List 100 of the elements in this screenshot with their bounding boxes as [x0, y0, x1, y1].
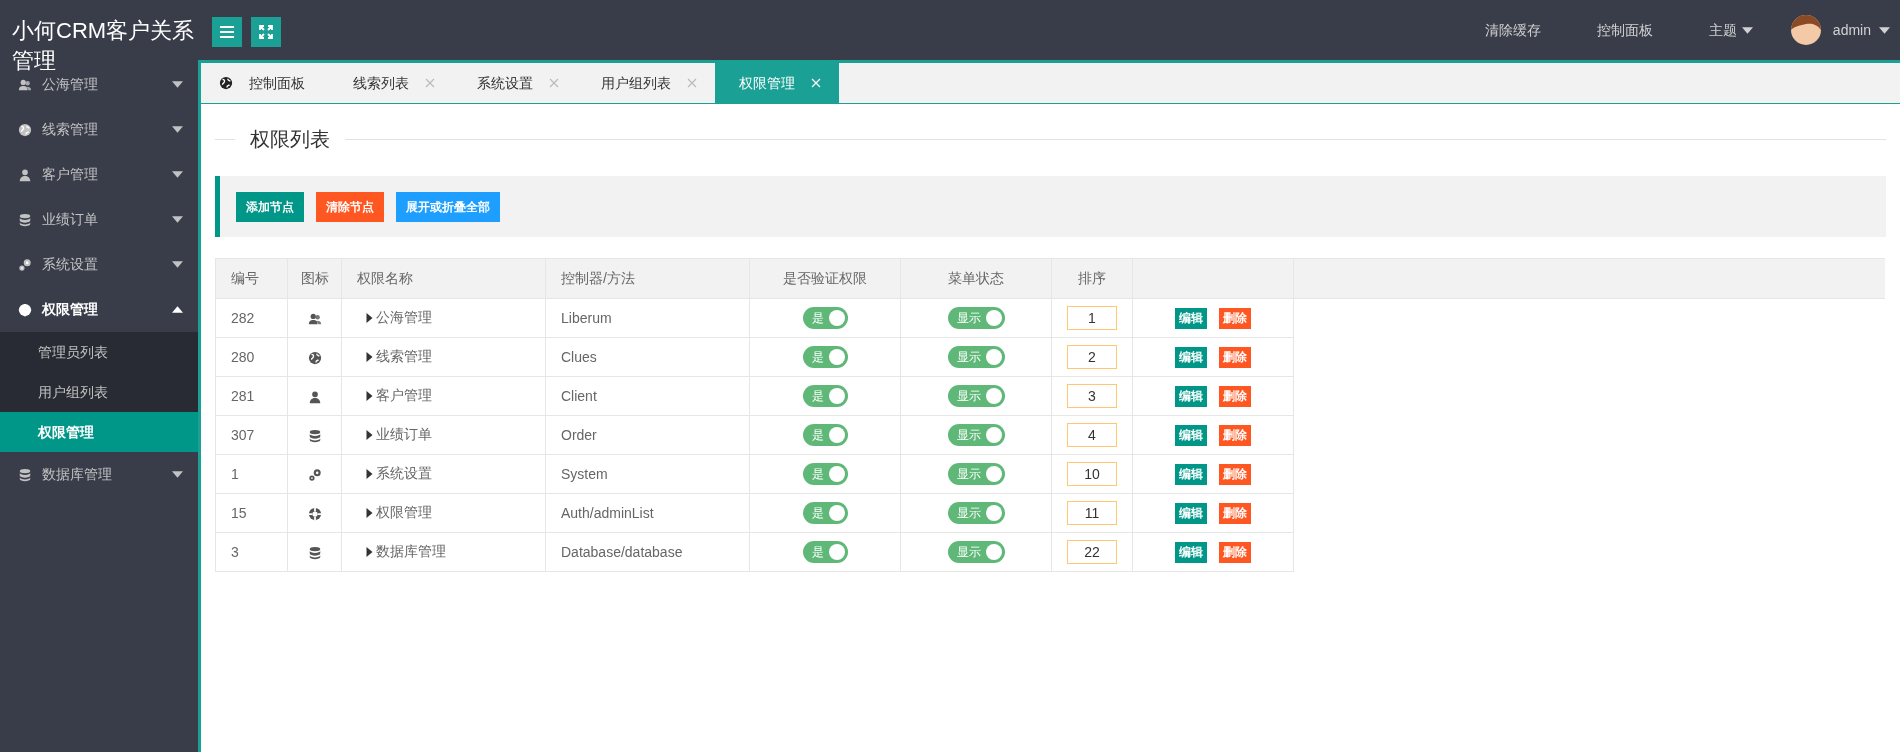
nav-link[interactable]: 清除缓存	[1456, 0, 1569, 60]
table-cell: Clues	[561, 348, 597, 365]
toggle-switch[interactable]: 显示	[947, 424, 1005, 446]
toggle-switch[interactable]: 是	[802, 463, 848, 485]
toggle-switch[interactable]: 是	[802, 424, 848, 446]
edit-button[interactable]: 编辑	[1175, 424, 1207, 446]
delete-button[interactable]: 删除	[1219, 541, 1251, 563]
sidebar-item[interactable]: 系统设置	[0, 242, 198, 287]
caret-down-icon	[172, 216, 183, 223]
menu-button[interactable]	[212, 17, 242, 47]
column-header: 控制器/方法	[561, 270, 635, 286]
toggle-switch[interactable]: 显示	[947, 541, 1005, 563]
table-cell: Database/database	[561, 543, 683, 560]
column-header: 权限名称	[357, 270, 413, 286]
table-cell-text: 线索管理	[376, 347, 432, 367]
column-header: 编号	[231, 270, 259, 286]
table-cell-text: 系统设置	[376, 464, 432, 484]
globe-icon	[219, 76, 233, 90]
delete-button[interactable]: 删除	[1219, 502, 1251, 524]
sidebar-item[interactable]: 权限管理	[0, 287, 198, 332]
table-cell: Auth/adminList	[561, 504, 654, 521]
toggle-switch[interactable]: 显示	[947, 502, 1005, 524]
user-menu[interactable]: admin	[1780, 0, 1890, 60]
caret-down-icon	[172, 261, 183, 268]
toggle-switch[interactable]: 显示	[947, 346, 1005, 368]
column-header: 图标	[300, 270, 329, 286]
tab[interactable]: 控制面板	[201, 63, 329, 103]
toolbar-button[interactable]: 展开或折叠全部	[396, 191, 500, 222]
edit-button[interactable]: 编辑	[1175, 307, 1207, 329]
sidebar-item[interactable]: 线索管理	[0, 107, 198, 152]
sort-input[interactable]: 3	[1067, 384, 1117, 408]
sort-input[interactable]: 22	[1067, 540, 1117, 564]
table-cell-text: 权限管理	[376, 503, 432, 523]
edit-button[interactable]: 编辑	[1175, 541, 1207, 563]
nav-link[interactable]: 控制面板	[1568, 0, 1681, 60]
expand-arrow-icon[interactable]	[366, 312, 373, 323]
tab[interactable]: 系统设置	[453, 63, 577, 103]
toolbar-button[interactable]: 添加节点	[236, 191, 304, 222]
toggle-switch[interactable]: 显示	[947, 385, 1005, 407]
expand-arrow-icon[interactable]	[366, 390, 373, 401]
toggle-switch[interactable]: 是	[802, 541, 848, 563]
delete-button[interactable]: 删除	[1219, 424, 1251, 446]
sort-input[interactable]: 10	[1067, 462, 1117, 486]
fullscreen-icon	[259, 25, 273, 39]
theme-menu[interactable]: 主题	[1680, 0, 1781, 60]
expand-arrow-icon[interactable]	[366, 468, 373, 479]
sidebar-item[interactable]: 客户管理	[0, 152, 198, 197]
table-cell-text: 公海管理	[376, 308, 432, 328]
sort-input[interactable]: 11	[1067, 501, 1117, 525]
sort-input[interactable]: 2	[1067, 345, 1117, 369]
edit-button[interactable]: 编辑	[1175, 463, 1207, 485]
toggle-switch[interactable]: 显示	[947, 463, 1005, 485]
delete-button[interactable]: 删除	[1219, 346, 1251, 368]
table-cell-text: 客户管理	[376, 386, 432, 406]
gears-icon	[18, 257, 32, 272]
tab[interactable]: 用户组列表	[577, 63, 715, 103]
edit-button[interactable]: 编辑	[1175, 502, 1207, 524]
sidebar-item[interactable]: 数据库管理	[0, 452, 198, 497]
delete-button[interactable]: 删除	[1219, 385, 1251, 407]
expand-arrow-icon[interactable]	[366, 351, 373, 362]
sidebar-subitem[interactable]: 权限管理	[0, 412, 198, 452]
table-cell: System	[561, 465, 608, 482]
caret-down-icon	[172, 171, 183, 178]
sidebar-item[interactable]: 业绩订单	[0, 197, 198, 242]
sidebar-subitem[interactable]: 管理员列表	[0, 332, 198, 372]
edit-button[interactable]: 编辑	[1175, 385, 1207, 407]
app-logo-title: 小何CRM客户关系管理	[12, 17, 196, 75]
table-cell: Client	[561, 387, 597, 404]
globe-icon	[307, 350, 322, 365]
toggle-switch[interactable]: 显示	[947, 307, 1005, 329]
toggle-switch[interactable]: 是	[802, 307, 848, 329]
table-cell: 307	[231, 426, 255, 443]
sort-input[interactable]: 4	[1067, 423, 1117, 447]
caret-down-icon	[172, 126, 183, 133]
toggle-switch[interactable]: 是	[802, 502, 848, 524]
expand-arrow-icon[interactable]	[366, 507, 373, 518]
sidebar-subitem[interactable]: 用户组列表	[0, 372, 198, 412]
fullscreen-button[interactable]	[251, 17, 281, 47]
avatar	[1790, 15, 1821, 45]
delete-button[interactable]: 删除	[1219, 463, 1251, 485]
caret-down-icon	[172, 471, 183, 478]
table-cell: 282	[231, 309, 255, 326]
table-cell: Order	[561, 426, 597, 443]
table-cell: Liberum	[561, 309, 612, 326]
user-icon	[18, 167, 32, 182]
tab[interactable]: 线索列表	[329, 63, 453, 103]
toggle-switch[interactable]: 是	[802, 385, 848, 407]
user-icon	[307, 389, 322, 404]
expand-arrow-icon[interactable]	[366, 546, 373, 557]
sort-input[interactable]: 1	[1067, 306, 1117, 330]
table-cell-text: 数据库管理	[376, 542, 446, 562]
edit-button[interactable]: 编辑	[1175, 346, 1207, 368]
tab[interactable]: 权限管理	[715, 63, 839, 103]
toolbar-button[interactable]: 清除节点	[316, 191, 384, 222]
database-icon	[307, 545, 322, 560]
users-icon	[307, 311, 322, 326]
expand-arrow-icon[interactable]	[366, 429, 373, 440]
caret-down-icon	[1879, 26, 1890, 34]
delete-button[interactable]: 删除	[1219, 307, 1251, 329]
toggle-switch[interactable]: 是	[802, 346, 848, 368]
